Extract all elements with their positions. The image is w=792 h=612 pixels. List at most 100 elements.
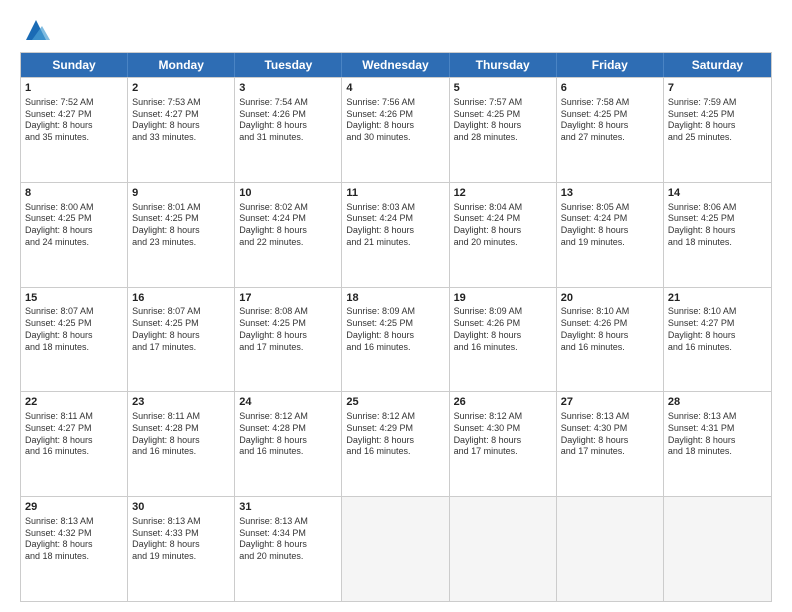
day-number: 21 bbox=[668, 291, 767, 306]
calendar-cell: 19Sunrise: 8:09 AMSunset: 4:26 PMDayligh… bbox=[450, 288, 557, 392]
cell-content: Sunrise: 8:04 AMSunset: 4:24 PMDaylight:… bbox=[454, 202, 552, 249]
cell-content: Sunrise: 7:57 AMSunset: 4:25 PMDaylight:… bbox=[454, 97, 552, 144]
day-number: 3 bbox=[239, 81, 337, 96]
day-number: 23 bbox=[132, 395, 230, 410]
cell-content: Sunrise: 7:56 AMSunset: 4:26 PMDaylight:… bbox=[346, 97, 444, 144]
calendar-day-header: Friday bbox=[557, 53, 664, 77]
day-number: 9 bbox=[132, 186, 230, 201]
calendar-cell: 25Sunrise: 8:12 AMSunset: 4:29 PMDayligh… bbox=[342, 392, 449, 496]
day-number: 2 bbox=[132, 81, 230, 96]
day-number: 18 bbox=[346, 291, 444, 306]
cell-content: Sunrise: 8:09 AMSunset: 4:26 PMDaylight:… bbox=[454, 306, 552, 353]
calendar-row: 29Sunrise: 8:13 AMSunset: 4:32 PMDayligh… bbox=[21, 496, 771, 601]
day-number: 10 bbox=[239, 186, 337, 201]
calendar-cell: 18Sunrise: 8:09 AMSunset: 4:25 PMDayligh… bbox=[342, 288, 449, 392]
day-number: 27 bbox=[561, 395, 659, 410]
calendar-cell: 3Sunrise: 7:54 AMSunset: 4:26 PMDaylight… bbox=[235, 78, 342, 182]
calendar-cell: 13Sunrise: 8:05 AMSunset: 4:24 PMDayligh… bbox=[557, 183, 664, 287]
calendar-cell bbox=[557, 497, 664, 601]
calendar-day-header: Saturday bbox=[664, 53, 771, 77]
calendar-cell: 2Sunrise: 7:53 AMSunset: 4:27 PMDaylight… bbox=[128, 78, 235, 182]
calendar-cell: 8Sunrise: 8:00 AMSunset: 4:25 PMDaylight… bbox=[21, 183, 128, 287]
cell-content: Sunrise: 8:13 AMSunset: 4:33 PMDaylight:… bbox=[132, 516, 230, 563]
calendar-cell: 7Sunrise: 7:59 AMSunset: 4:25 PMDaylight… bbox=[664, 78, 771, 182]
day-number: 6 bbox=[561, 81, 659, 96]
cell-content: Sunrise: 8:13 AMSunset: 4:31 PMDaylight:… bbox=[668, 411, 767, 458]
calendar-cell: 4Sunrise: 7:56 AMSunset: 4:26 PMDaylight… bbox=[342, 78, 449, 182]
calendar-day-header: Thursday bbox=[450, 53, 557, 77]
calendar-cell: 15Sunrise: 8:07 AMSunset: 4:25 PMDayligh… bbox=[21, 288, 128, 392]
cell-content: Sunrise: 8:09 AMSunset: 4:25 PMDaylight:… bbox=[346, 306, 444, 353]
calendar-cell: 5Sunrise: 7:57 AMSunset: 4:25 PMDaylight… bbox=[450, 78, 557, 182]
calendar-cell: 30Sunrise: 8:13 AMSunset: 4:33 PMDayligh… bbox=[128, 497, 235, 601]
day-number: 19 bbox=[454, 291, 552, 306]
calendar-cell: 10Sunrise: 8:02 AMSunset: 4:24 PMDayligh… bbox=[235, 183, 342, 287]
day-number: 13 bbox=[561, 186, 659, 201]
calendar-row: 1Sunrise: 7:52 AMSunset: 4:27 PMDaylight… bbox=[21, 77, 771, 182]
cell-content: Sunrise: 8:05 AMSunset: 4:24 PMDaylight:… bbox=[561, 202, 659, 249]
cell-content: Sunrise: 7:53 AMSunset: 4:27 PMDaylight:… bbox=[132, 97, 230, 144]
day-number: 15 bbox=[25, 291, 123, 306]
calendar-cell: 31Sunrise: 8:13 AMSunset: 4:34 PMDayligh… bbox=[235, 497, 342, 601]
calendar: SundayMondayTuesdayWednesdayThursdayFrid… bbox=[20, 52, 772, 602]
calendar-cell: 24Sunrise: 8:12 AMSunset: 4:28 PMDayligh… bbox=[235, 392, 342, 496]
calendar-cell: 20Sunrise: 8:10 AMSunset: 4:26 PMDayligh… bbox=[557, 288, 664, 392]
day-number: 25 bbox=[346, 395, 444, 410]
calendar-header: SundayMondayTuesdayWednesdayThursdayFrid… bbox=[21, 53, 771, 77]
day-number: 31 bbox=[239, 500, 337, 515]
day-number: 17 bbox=[239, 291, 337, 306]
cell-content: Sunrise: 8:12 AMSunset: 4:29 PMDaylight:… bbox=[346, 411, 444, 458]
cell-content: Sunrise: 7:59 AMSunset: 4:25 PMDaylight:… bbox=[668, 97, 767, 144]
calendar-cell: 6Sunrise: 7:58 AMSunset: 4:25 PMDaylight… bbox=[557, 78, 664, 182]
calendar-row: 8Sunrise: 8:00 AMSunset: 4:25 PMDaylight… bbox=[21, 182, 771, 287]
cell-content: Sunrise: 8:01 AMSunset: 4:25 PMDaylight:… bbox=[132, 202, 230, 249]
day-number: 22 bbox=[25, 395, 123, 410]
cell-content: Sunrise: 8:03 AMSunset: 4:24 PMDaylight:… bbox=[346, 202, 444, 249]
calendar-cell: 23Sunrise: 8:11 AMSunset: 4:28 PMDayligh… bbox=[128, 392, 235, 496]
calendar-cell: 1Sunrise: 7:52 AMSunset: 4:27 PMDaylight… bbox=[21, 78, 128, 182]
cell-content: Sunrise: 8:07 AMSunset: 4:25 PMDaylight:… bbox=[25, 306, 123, 353]
calendar-cell: 9Sunrise: 8:01 AMSunset: 4:25 PMDaylight… bbox=[128, 183, 235, 287]
cell-content: Sunrise: 8:10 AMSunset: 4:27 PMDaylight:… bbox=[668, 306, 767, 353]
calendar-cell bbox=[450, 497, 557, 601]
day-number: 4 bbox=[346, 81, 444, 96]
cell-content: Sunrise: 8:02 AMSunset: 4:24 PMDaylight:… bbox=[239, 202, 337, 249]
calendar-cell: 27Sunrise: 8:13 AMSunset: 4:30 PMDayligh… bbox=[557, 392, 664, 496]
cell-content: Sunrise: 8:11 AMSunset: 4:27 PMDaylight:… bbox=[25, 411, 123, 458]
page: SundayMondayTuesdayWednesdayThursdayFrid… bbox=[0, 0, 792, 612]
calendar-cell: 26Sunrise: 8:12 AMSunset: 4:30 PMDayligh… bbox=[450, 392, 557, 496]
logo bbox=[20, 16, 50, 44]
calendar-cell: 28Sunrise: 8:13 AMSunset: 4:31 PMDayligh… bbox=[664, 392, 771, 496]
logo-icon bbox=[22, 16, 50, 44]
calendar-cell: 14Sunrise: 8:06 AMSunset: 4:25 PMDayligh… bbox=[664, 183, 771, 287]
day-number: 7 bbox=[668, 81, 767, 96]
cell-content: Sunrise: 8:00 AMSunset: 4:25 PMDaylight:… bbox=[25, 202, 123, 249]
calendar-cell: 11Sunrise: 8:03 AMSunset: 4:24 PMDayligh… bbox=[342, 183, 449, 287]
day-number: 20 bbox=[561, 291, 659, 306]
cell-content: Sunrise: 7:54 AMSunset: 4:26 PMDaylight:… bbox=[239, 97, 337, 144]
day-number: 11 bbox=[346, 186, 444, 201]
day-number: 16 bbox=[132, 291, 230, 306]
cell-content: Sunrise: 8:13 AMSunset: 4:30 PMDaylight:… bbox=[561, 411, 659, 458]
cell-content: Sunrise: 8:13 AMSunset: 4:32 PMDaylight:… bbox=[25, 516, 123, 563]
calendar-body: 1Sunrise: 7:52 AMSunset: 4:27 PMDaylight… bbox=[21, 77, 771, 601]
calendar-cell: 21Sunrise: 8:10 AMSunset: 4:27 PMDayligh… bbox=[664, 288, 771, 392]
cell-content: Sunrise: 7:52 AMSunset: 4:27 PMDaylight:… bbox=[25, 97, 123, 144]
day-number: 8 bbox=[25, 186, 123, 201]
calendar-row: 15Sunrise: 8:07 AMSunset: 4:25 PMDayligh… bbox=[21, 287, 771, 392]
calendar-cell bbox=[342, 497, 449, 601]
calendar-cell: 12Sunrise: 8:04 AMSunset: 4:24 PMDayligh… bbox=[450, 183, 557, 287]
day-number: 29 bbox=[25, 500, 123, 515]
day-number: 30 bbox=[132, 500, 230, 515]
cell-content: Sunrise: 8:12 AMSunset: 4:28 PMDaylight:… bbox=[239, 411, 337, 458]
day-number: 28 bbox=[668, 395, 767, 410]
calendar-day-header: Wednesday bbox=[342, 53, 449, 77]
day-number: 24 bbox=[239, 395, 337, 410]
cell-content: Sunrise: 8:08 AMSunset: 4:25 PMDaylight:… bbox=[239, 306, 337, 353]
day-number: 1 bbox=[25, 81, 123, 96]
cell-content: Sunrise: 8:10 AMSunset: 4:26 PMDaylight:… bbox=[561, 306, 659, 353]
day-number: 26 bbox=[454, 395, 552, 410]
calendar-cell: 17Sunrise: 8:08 AMSunset: 4:25 PMDayligh… bbox=[235, 288, 342, 392]
day-number: 14 bbox=[668, 186, 767, 201]
calendar-cell: 22Sunrise: 8:11 AMSunset: 4:27 PMDayligh… bbox=[21, 392, 128, 496]
